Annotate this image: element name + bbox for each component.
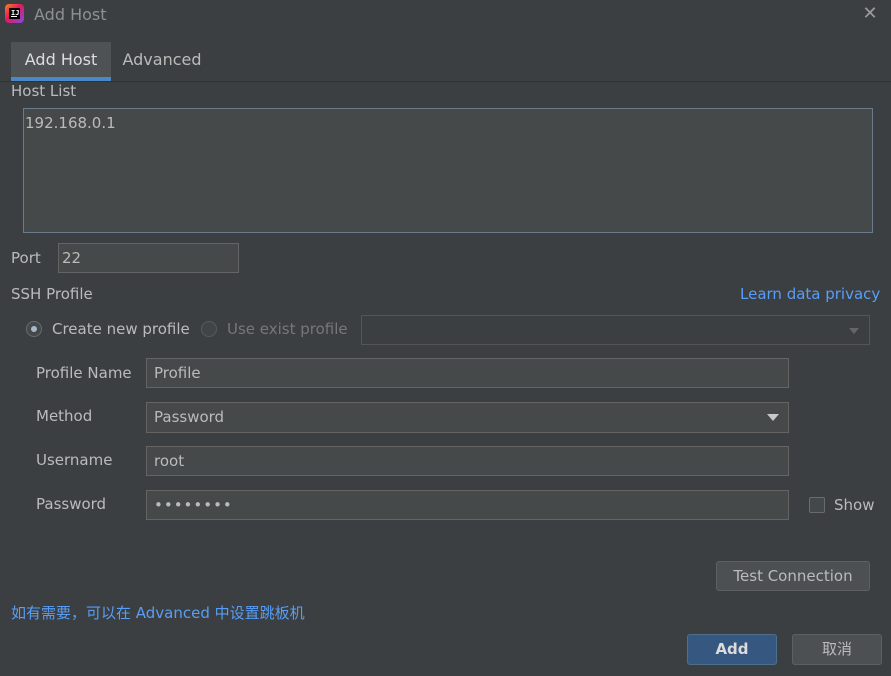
cancel-button[interactable]: 取消 xyxy=(792,634,882,665)
port-value: 22 xyxy=(62,249,82,267)
close-icon[interactable]: ✕ xyxy=(861,5,879,23)
method-select[interactable]: Password xyxy=(146,402,789,433)
port-input[interactable]: 22 xyxy=(58,243,239,273)
host-list-value: 192.168.0.1 xyxy=(25,114,116,132)
learn-data-privacy-link[interactable]: Learn data privacy xyxy=(740,285,880,303)
tab-add-host[interactable]: Add Host xyxy=(11,42,111,81)
host-list-textarea[interactable]: 192.168.0.1 xyxy=(23,108,873,233)
chevron-down-icon xyxy=(767,414,779,421)
intellij-idea-icon: IJ xyxy=(5,4,24,23)
use-exist-profile-label[interactable]: Use exist profile xyxy=(227,320,348,338)
ssh-profile-label: SSH Profile xyxy=(11,285,93,303)
method-label: Method xyxy=(36,407,93,425)
create-new-profile-label[interactable]: Create new profile xyxy=(52,320,190,338)
title-bar: IJ Add Host ✕ xyxy=(0,0,891,32)
existing-profile-select[interactable] xyxy=(361,315,870,345)
profile-name-label: Profile Name xyxy=(36,364,132,382)
show-password-checkbox[interactable] xyxy=(809,497,825,513)
use-exist-profile-radio[interactable] xyxy=(201,321,217,337)
tab-bar: Add Host Advanced xyxy=(0,42,891,82)
tab-advanced[interactable]: Advanced xyxy=(113,42,211,81)
username-value: root xyxy=(154,452,185,470)
port-label: Port xyxy=(11,249,41,267)
profile-name-input[interactable]: Profile xyxy=(146,358,789,388)
profile-name-value: Profile xyxy=(154,364,201,382)
jump-host-hint: 如有需要，可以在 Advanced 中设置跳板机 xyxy=(11,604,305,622)
method-value: Password xyxy=(154,408,225,426)
password-input[interactable]: •••••••• xyxy=(146,490,789,520)
username-label: Username xyxy=(36,451,113,469)
password-value: •••••••• xyxy=(154,496,233,514)
window-title: Add Host xyxy=(34,5,107,24)
show-password-label[interactable]: Show xyxy=(834,496,874,514)
test-connection-button[interactable]: Test Connection xyxy=(716,561,870,591)
username-input[interactable]: root xyxy=(146,446,789,476)
add-button[interactable]: Add xyxy=(687,634,777,665)
create-new-profile-radio[interactable] xyxy=(26,321,42,337)
chevron-down-icon xyxy=(849,328,859,334)
password-label: Password xyxy=(36,495,107,513)
host-list-label: Host List xyxy=(11,82,77,100)
